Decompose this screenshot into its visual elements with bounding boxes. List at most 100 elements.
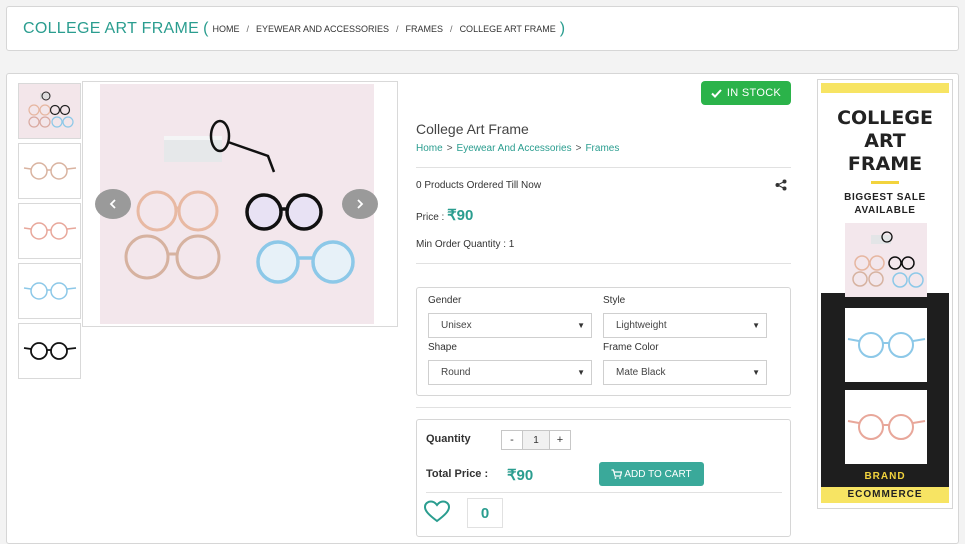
quantity-increase-button[interactable]: + <box>549 430 571 450</box>
glasses-black-icon <box>23 342 76 360</box>
price-label: Price : <box>416 212 445 223</box>
page-title: COLLEGE ART FRAME <box>23 19 200 37</box>
breadcrumb-separator: / <box>396 23 399 34</box>
frame-color-select[interactable]: Mate Black ▼ <box>603 360 767 385</box>
share-button[interactable] <box>775 178 787 196</box>
thumbnail-list <box>18 83 82 383</box>
banner-image-group <box>845 223 927 297</box>
style-select[interactable]: Lightweight ▼ <box>603 313 767 338</box>
share-icon <box>775 179 787 191</box>
thumbnail-2[interactable] <box>18 143 81 199</box>
divider <box>416 407 791 408</box>
crumb-separator: > <box>575 143 582 154</box>
banner-top-strip <box>821 83 949 93</box>
gender-value: Unisex <box>441 320 472 331</box>
dropdown-caret-icon: ▼ <box>752 321 760 330</box>
main-product-image <box>82 81 398 327</box>
wishlist-count: 0 <box>467 498 503 528</box>
next-image-button[interactable] <box>342 189 378 219</box>
add-to-cart-label: ADD TO CART <box>624 468 692 480</box>
breadcrumb-separator: / <box>450 23 453 34</box>
product-photo <box>100 84 374 324</box>
product-name: College Art Frame <box>416 121 529 137</box>
glasses-blue-icon <box>847 332 926 358</box>
product-options: Gender Unisex ▼ Style Lightweight ▼ Shap… <box>416 287 791 396</box>
shape-value: Round <box>441 367 471 378</box>
chevron-left-icon <box>109 199 116 209</box>
banner-title: COLLEGE ART FRAME <box>821 107 949 176</box>
stock-label: IN STOCK <box>726 87 782 99</box>
heart-icon <box>423 500 451 523</box>
breadcrumb-close-paren: ) <box>559 19 566 37</box>
breadcrumb-frames[interactable]: FRAMES <box>406 24 444 34</box>
banner-image-pink <box>845 390 927 464</box>
cart-icon <box>611 469 623 479</box>
glasses-pink-icon <box>847 414 926 440</box>
product-crumb-eyewear[interactable]: Eyewear And Accessories <box>457 143 572 154</box>
banner-title-line: FRAME <box>847 153 923 175</box>
breadcrumb-eyewear[interactable]: EYEWEAR AND ACCESSORIES <box>256 24 389 34</box>
gender-select[interactable]: Unisex ▼ <box>428 313 592 338</box>
min-order-quantity: Min Order Quantity : 1 <box>416 239 515 250</box>
promo-banner[interactable]: COLLEGE ART FRAME BIGGEST SALE AVAILABLE <box>817 79 953 509</box>
divider <box>416 263 791 264</box>
thumbnail-5[interactable] <box>18 323 81 379</box>
quantity-input[interactable]: 1 <box>523 430 549 450</box>
ordered-count: 0 Products Ordered Till Now <box>416 180 542 191</box>
style-value: Lightweight <box>616 320 667 331</box>
glasses-photo-icon <box>124 119 355 284</box>
product-panel: IN STOCK College Art Frame Home > Eyewear … <box>6 73 959 544</box>
page-header: COLLEGE ART FRAME ( HOME / EYEWEAR AND A… <box>6 6 959 51</box>
glasses-pink-icon <box>23 222 76 240</box>
chevron-right-icon <box>357 199 364 209</box>
banner-title-line: COLLEGE <box>837 107 933 129</box>
check-icon <box>711 88 722 98</box>
glasses-group-icon <box>852 231 924 288</box>
thumbnail-1[interactable] <box>18 83 81 139</box>
wishlist-button[interactable] <box>423 500 451 529</box>
divider <box>426 492 782 493</box>
dropdown-caret-icon: ▼ <box>577 321 585 330</box>
shape-label: Shape <box>428 342 457 353</box>
thumbnail-4[interactable] <box>18 263 81 319</box>
cart-panel: Quantity - 1 + Total Price : ₹90 ADD TO … <box>416 419 791 537</box>
banner-subtitle-line: AVAILABLE <box>854 205 916 216</box>
glasses-group-icon <box>27 91 74 128</box>
quantity-label: Quantity <box>426 433 471 445</box>
banner-subtitle-line: BIGGEST SALE <box>844 192 926 203</box>
breadcrumb-current: COLLEGE ART FRAME <box>459 23 556 34</box>
quantity-stepper: - 1 + <box>501 430 571 450</box>
banner-accent-line <box>871 181 899 184</box>
stock-badge: IN STOCK <box>701 81 791 105</box>
shape-select[interactable]: Round ▼ <box>428 360 592 385</box>
banner-image-blue <box>845 308 927 382</box>
promo-banner-content: COLLEGE ART FRAME BIGGEST SALE AVAILABLE <box>821 83 949 505</box>
banner-ecommerce: ECOMMERCE <box>821 487 949 503</box>
total-price-value: ₹90 <box>507 467 534 484</box>
product-crumb-frames[interactable]: Frames <box>585 143 619 154</box>
dropdown-caret-icon: ▼ <box>577 368 585 377</box>
banner-subtitle: BIGGEST SALE AVAILABLE <box>821 191 949 217</box>
product-crumb-home[interactable]: Home <box>416 143 443 154</box>
glasses-peach-icon <box>23 162 76 180</box>
total-price-label: Total Price : <box>426 468 489 480</box>
banner-brand: BRAND <box>864 471 906 482</box>
quantity-decrease-button[interactable]: - <box>501 430 523 450</box>
banner-title-line: ART <box>864 130 906 152</box>
crumb-separator: > <box>446 143 453 154</box>
gender-label: Gender <box>428 295 462 306</box>
price-value: ₹90 <box>447 207 474 224</box>
prev-image-button[interactable] <box>95 189 131 219</box>
breadcrumb-open-paren: ( <box>203 19 209 37</box>
frame-color-label: Frame Color <box>603 342 659 353</box>
add-to-cart-button[interactable]: ADD TO CART <box>599 462 704 486</box>
price-row: Price : ₹90 <box>416 206 473 224</box>
frame-color-value: Mate Black <box>616 367 666 378</box>
product-breadcrumb: Home > Eyewear And Accessories > Frames <box>416 143 619 154</box>
dropdown-caret-icon: ▼ <box>752 368 760 377</box>
thumbnail-3[interactable] <box>18 203 81 259</box>
glasses-blue-icon <box>23 282 76 300</box>
breadcrumb-home[interactable]: HOME <box>212 24 239 34</box>
style-label: Style <box>603 295 626 306</box>
divider <box>416 167 791 168</box>
